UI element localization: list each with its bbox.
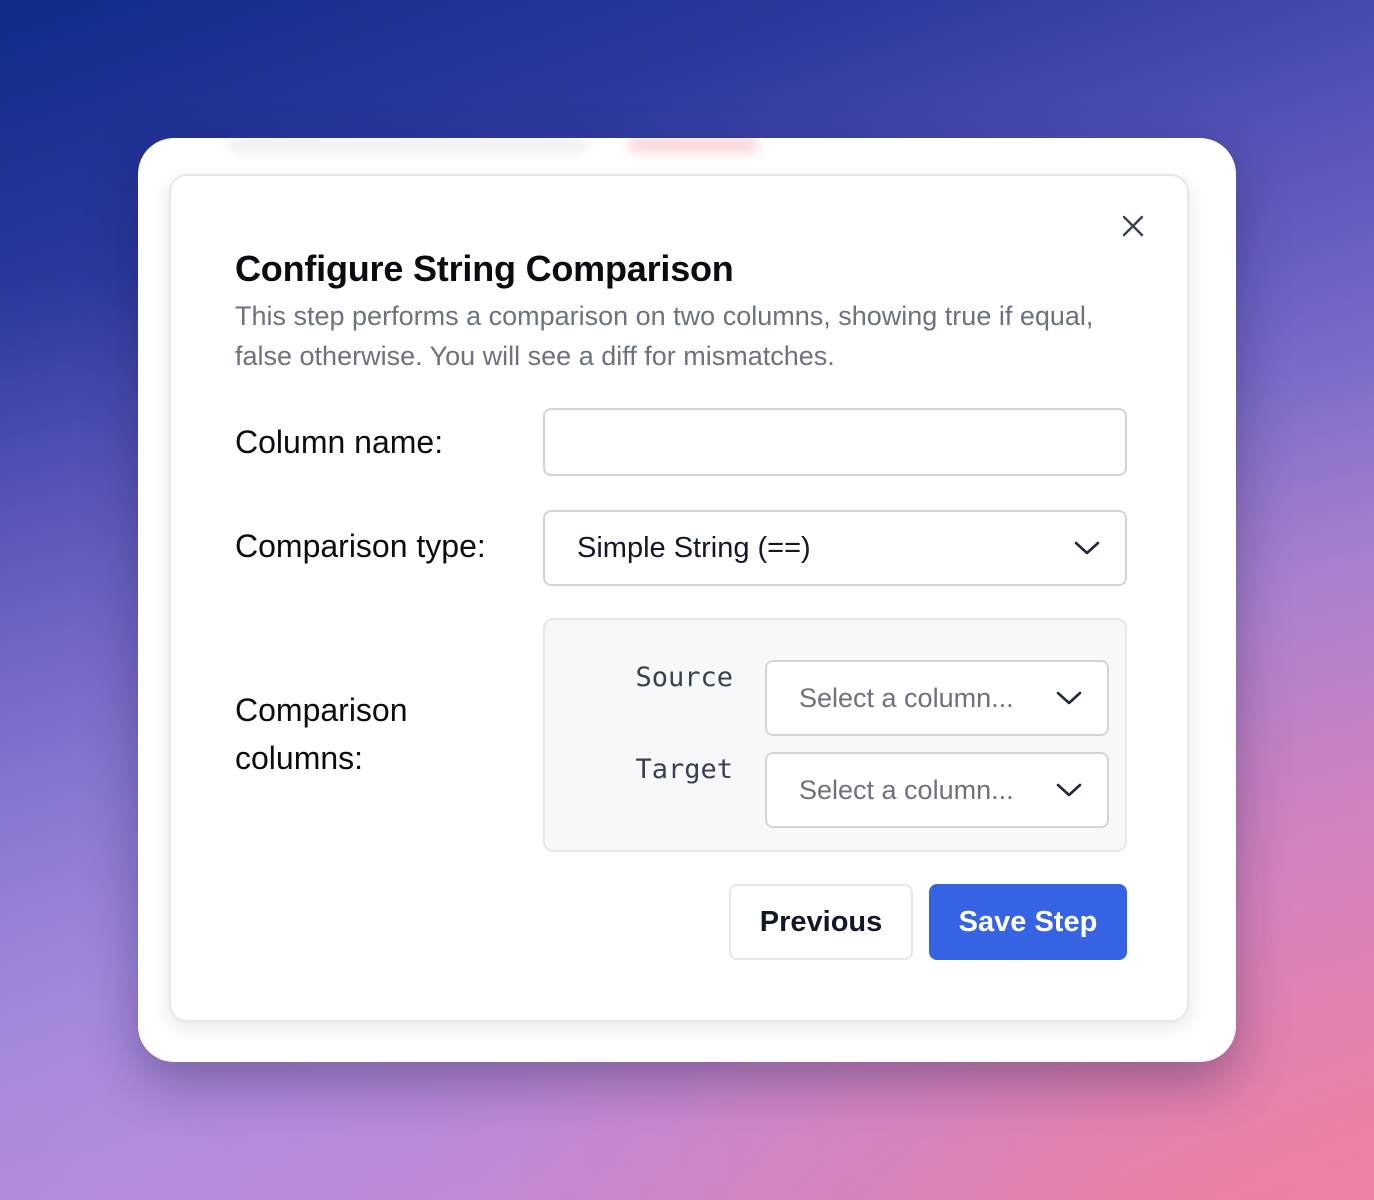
dialog-description: This step performs a comparison on two c… [235,301,1094,371]
target-column-placeholder: Select a column... [799,775,1014,805]
comparison-columns-label: Comparison columns: [235,692,408,776]
close-button[interactable] [1113,206,1153,246]
blurred-background-content [228,138,588,152]
column-name-input[interactable] [543,408,1127,476]
save-step-button[interactable]: Save Step [929,884,1127,960]
chevron-down-icon [1056,691,1082,705]
close-icon [1122,215,1144,237]
comparison-columns-panel: Source Select a column... Target Select … [543,618,1127,852]
source-column-placeholder: Select a column... [799,683,1014,713]
target-column-select[interactable]: Select a column... [765,752,1109,828]
window-frame: Configure String Comparison This step pe… [138,138,1236,1062]
comparison-type-select[interactable]: Simple String (==) [543,510,1127,586]
chevron-down-icon [1074,541,1100,555]
comparison-type-value: Simple String (==) [577,532,811,564]
configure-step-dialog: Configure String Comparison This step pe… [169,174,1189,1022]
source-column-select[interactable]: Select a column... [765,660,1109,736]
chevron-down-icon [1056,783,1082,797]
column-name-label: Column name: [235,424,444,460]
previous-button[interactable]: Previous [729,884,913,960]
blurred-background-content [628,138,758,152]
dialog-title: Configure String Comparison [235,248,734,289]
comparison-type-label: Comparison type: [235,528,486,564]
target-label: Target [635,754,733,785]
source-label: Source [635,662,733,693]
